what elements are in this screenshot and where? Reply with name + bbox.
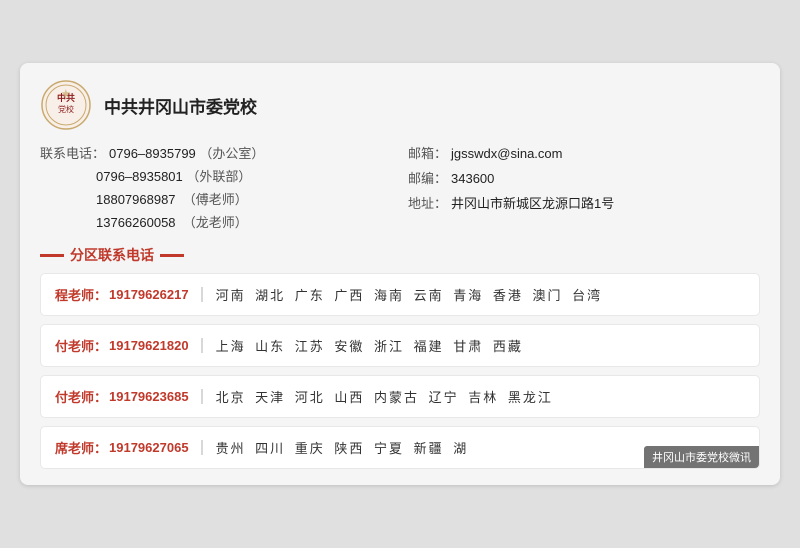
sep-icon-1: ｜ bbox=[195, 335, 210, 356]
district-contacts-list: 程老师： 19179626217 ｜ 河南 湖北 广东 广西 海南 云南 青海 … bbox=[40, 273, 760, 469]
postcode-label: 邮编： bbox=[408, 168, 447, 187]
phone-row-3: 18807968987 （傅老师） bbox=[40, 189, 392, 208]
address-label: 地址： bbox=[408, 193, 447, 212]
email-value: jgsswdx@sina.com bbox=[451, 146, 562, 161]
email-row: 邮箱： jgsswdx@sina.com bbox=[408, 143, 760, 162]
phone-4-value: 13766260058 （龙老师） bbox=[96, 212, 248, 231]
svg-text:党校: 党校 bbox=[58, 104, 74, 114]
sep-icon-2: ｜ bbox=[195, 386, 210, 407]
divider-line-right bbox=[160, 254, 184, 257]
district-title: 分区联系电话 bbox=[70, 245, 154, 265]
header: 中共 党校 中共井冈山市委党校 bbox=[40, 79, 760, 131]
district-contact-regions-0: 河南 湖北 广东 广西 海南 云南 青海 香港 澳门 台湾 bbox=[216, 285, 603, 304]
phone-2-value: 0796–8935801 （外联部） bbox=[96, 166, 251, 185]
district-divider: 分区联系电话 bbox=[40, 245, 760, 265]
phone-row-4: 13766260058 （龙老师） bbox=[40, 212, 392, 231]
district-contact-phone-1: 19179621820 bbox=[109, 338, 189, 353]
district-contact-phone-2: 19179623685 bbox=[109, 389, 189, 404]
email-label: 邮箱： bbox=[408, 143, 447, 162]
phone-row-2: 0796–8935801 （外联部） bbox=[40, 166, 392, 185]
postcode-row: 邮编： 343600 bbox=[408, 168, 760, 187]
district-contact-phone-3: 19179627065 bbox=[109, 440, 189, 455]
district-contact-name-3: 席老师： bbox=[55, 438, 107, 457]
district-contact-row-3: 席老师： 19179627065 ｜ 贵州 四川 重庆 陕西 宁夏 新疆 湖 井… bbox=[40, 426, 760, 469]
district-contact-phone-0: 19179626217 bbox=[109, 287, 189, 302]
main-card: 中共 党校 中共井冈山市委党校 联系电话： 0796–8935799 （办公室）… bbox=[20, 63, 780, 485]
divider-line-left bbox=[40, 254, 64, 257]
phone-row-1: 联系电话： 0796–8935799 （办公室） bbox=[40, 143, 392, 162]
phone-label: 联系电话： bbox=[40, 143, 105, 162]
phone-3-value: 18807968987 （傅老师） bbox=[96, 189, 248, 208]
district-contact-name-0: 程老师： bbox=[55, 285, 107, 304]
district-contact-regions-2: 北京 天津 河北 山西 内蒙古 辽宁 吉林 黑龙江 bbox=[216, 387, 553, 406]
info-right: 邮箱： jgsswdx@sina.com 邮编： 343600 地址： 井冈山市… bbox=[408, 143, 760, 235]
district-contact-row-1: 付老师： 19179621820 ｜ 上海 山东 江苏 安徽 浙江 福建 甘肃 … bbox=[40, 324, 760, 367]
district-contact-name-1: 付老师： bbox=[55, 336, 107, 355]
district-contact-regions-1: 上海 山东 江苏 安徽 浙江 福建 甘肃 西藏 bbox=[216, 336, 523, 355]
address-row: 地址： 井冈山市新城区龙源口路1号 bbox=[408, 193, 760, 212]
info-grid: 联系电话： 0796–8935799 （办公室） 0796–8935801 （外… bbox=[40, 143, 760, 235]
district-contact-name-2: 付老师： bbox=[55, 387, 107, 406]
phone-1-value: 0796–8935799 （办公室） bbox=[109, 143, 264, 162]
address-value: 井冈山市新城区龙源口路1号 bbox=[451, 193, 614, 212]
sep-icon-0: ｜ bbox=[195, 284, 210, 305]
org-name: 中共井冈山市委党校 bbox=[104, 93, 257, 118]
sep-icon-3: ｜ bbox=[195, 437, 210, 458]
watermark-text: 井冈山市委党校微讯 bbox=[644, 446, 759, 468]
postcode-value: 343600 bbox=[451, 171, 494, 186]
district-contact-row-0: 程老师： 19179626217 ｜ 河南 湖北 广东 广西 海南 云南 青海 … bbox=[40, 273, 760, 316]
district-contact-regions-3: 贵州 四川 重庆 陕西 宁夏 新疆 湖 bbox=[216, 438, 469, 457]
info-left: 联系电话： 0796–8935799 （办公室） 0796–8935801 （外… bbox=[40, 143, 392, 235]
district-contact-row-2: 付老师： 19179623685 ｜ 北京 天津 河北 山西 内蒙古 辽宁 吉林… bbox=[40, 375, 760, 418]
org-logo-icon: 中共 党校 bbox=[40, 79, 92, 131]
